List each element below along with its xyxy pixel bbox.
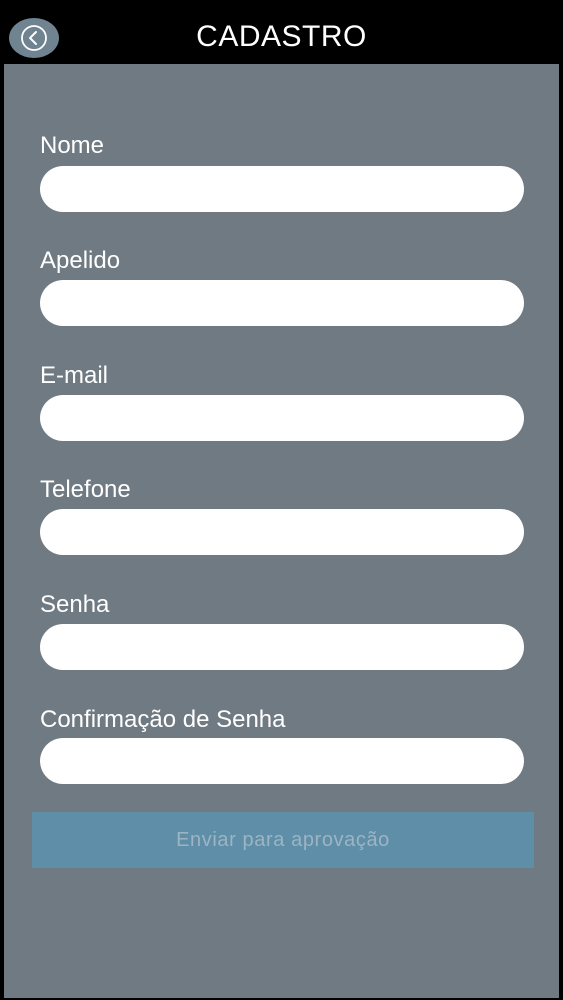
email-label: E-mail xyxy=(40,362,109,389)
apelido-input[interactable] xyxy=(40,280,524,326)
telefone-input[interactable] xyxy=(40,509,524,555)
header-bar: CADASTRO xyxy=(0,0,563,64)
apelido-label: Apelido xyxy=(40,247,121,274)
registration-form: Nome Apelido E-mail Telefone Senha Confi… xyxy=(4,64,559,998)
senha-input[interactable] xyxy=(40,624,524,670)
telefone-label: Telefone xyxy=(40,476,131,503)
confirmacao-senha-input[interactable] xyxy=(40,738,524,784)
senha-label: Senha xyxy=(40,591,110,618)
nome-label: Nome xyxy=(40,132,105,159)
submit-button[interactable]: Enviar para aprovação xyxy=(32,812,534,868)
nome-input[interactable] xyxy=(40,166,524,212)
confirmacao-senha-label: Confirmação de Senha xyxy=(40,706,286,733)
email-input[interactable] xyxy=(40,395,524,441)
page-title: CADASTRO xyxy=(196,20,367,53)
